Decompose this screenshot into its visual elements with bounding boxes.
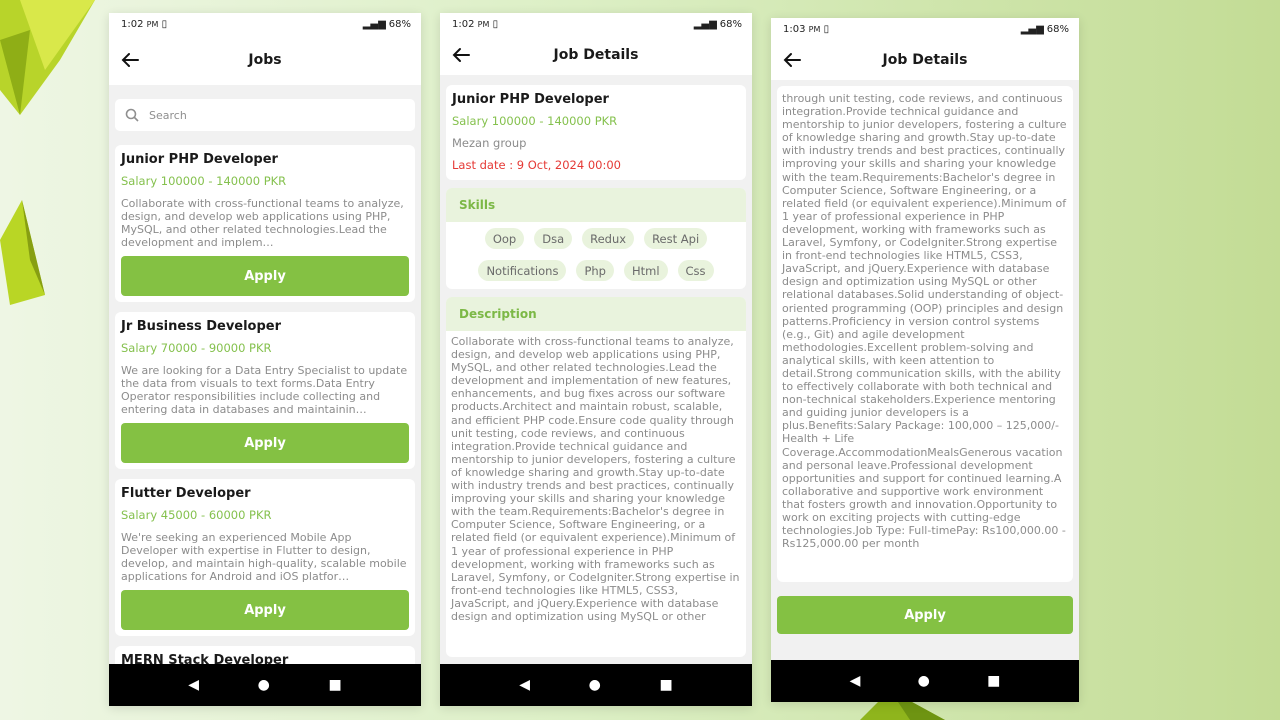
job-summary-card: Junior PHP Developer Salary 100000 - 140…	[446, 85, 746, 180]
status-bar: 1:02 PM ▯ ▂▄▆ 68%	[109, 13, 421, 35]
apply-button[interactable]: Apply	[121, 423, 409, 463]
status-bar: 1:03 PM ▯ ▂▄▆ 68%	[771, 18, 1079, 40]
phone-jobs-list: 1:02 PM ▯ ▂▄▆ 68% Jobs Search Junior PHP…	[109, 13, 421, 706]
job-card[interactable]: Jr Business Developer Salary 70000 - 900…	[115, 312, 415, 469]
company-name: Mezan group	[452, 136, 527, 150]
job-title: Junior PHP Developer	[121, 152, 278, 167]
skill-chip: Notifications	[478, 260, 567, 281]
description-section: Description Collaborate with cross-funct…	[446, 297, 746, 657]
status-ampm: PM	[146, 19, 159, 29]
system-nav-bar: ◀ ● ■	[440, 664, 752, 706]
app-bar: Job Details	[771, 40, 1079, 80]
system-nav-bar: ◀ ● ■	[771, 660, 1079, 702]
status-bar: 1:02 PM ▯ ▂▄▆ 68%	[440, 13, 752, 35]
job-card[interactable]: Flutter Developer Salary 45000 - 60000 P…	[115, 479, 415, 636]
last-date: Last date : 9 Oct, 2024 00:00	[452, 158, 621, 172]
signal-icon: ▂▄▆	[1020, 23, 1044, 35]
status-time: 1:02	[121, 18, 144, 30]
skill-chip: Oop	[484, 228, 525, 249]
skills-chips: Oop Dsa Redux Rest Api Notifications Php…	[446, 222, 746, 289]
apply-button[interactable]: Apply	[777, 596, 1073, 634]
nav-home-icon[interactable]: ●	[918, 673, 930, 689]
page-title: Job Details	[553, 47, 639, 63]
job-title: Junior PHP Developer	[452, 92, 609, 107]
back-arrow-icon[interactable]	[450, 44, 472, 66]
system-nav-bar: ◀ ● ■	[109, 664, 421, 706]
sim-icon: ▯	[492, 18, 499, 30]
job-description: Collaborate with cross-functional teams …	[451, 335, 740, 623]
apply-button[interactable]: Apply	[121, 256, 409, 296]
skill-chip: Redux	[582, 228, 635, 249]
sim-icon: ▯	[161, 18, 168, 30]
phone-job-details: 1:02 PM ▯ ▂▄▆ 68% Job Details Junior PHP…	[440, 13, 752, 706]
job-salary: Salary 70000 - 90000 PKR	[121, 341, 272, 355]
back-arrow-icon[interactable]	[119, 49, 141, 71]
nav-home-icon[interactable]: ●	[589, 677, 601, 693]
nav-back-icon[interactable]: ◀	[188, 677, 199, 693]
battery-level: 68%	[388, 18, 411, 30]
apply-button[interactable]: Apply	[121, 590, 409, 630]
skills-heading: Skills	[446, 188, 746, 222]
app-bar: Jobs	[109, 35, 421, 85]
job-salary: Salary 100000 - 140000 PKR	[121, 174, 287, 188]
job-salary: Salary 100000 - 140000 PKR	[452, 114, 618, 128]
phone-job-details-scrolled: 1:03 PM ▯ ▂▄▆ 68% Job Details through un…	[771, 18, 1079, 702]
job-title: Jr Business Developer	[121, 319, 282, 334]
signal-icon: ▂▄▆	[362, 18, 386, 30]
decorative-leaf-left	[0, 200, 45, 305]
skill-chip: Php	[576, 260, 614, 281]
job-salary: Salary 45000 - 60000 PKR	[121, 508, 272, 522]
nav-back-icon[interactable]: ◀	[519, 677, 530, 693]
description-section: through unit testing, code reviews, and …	[777, 86, 1073, 582]
job-description: We are looking for a Data Entry Speciali…	[121, 364, 408, 416]
search-input[interactable]: Search	[115, 99, 415, 131]
status-ampm: PM	[477, 19, 490, 29]
skill-chip: Dsa	[534, 228, 573, 249]
job-card[interactable]: Junior PHP Developer Salary 100000 - 140…	[115, 145, 415, 302]
job-description: Collaborate with cross-functional teams …	[121, 197, 404, 249]
job-description: We're seeking an experienced Mobile App …	[121, 531, 407, 583]
page-title: Jobs	[248, 52, 282, 68]
job-description: through unit testing, code reviews, and …	[782, 92, 1067, 551]
sim-icon: ▯	[823, 23, 830, 35]
skill-chip: Css	[677, 260, 714, 281]
job-title: Flutter Developer	[121, 486, 251, 501]
nav-back-icon[interactable]: ◀	[850, 673, 861, 689]
skills-section: Skills Oop Dsa Redux Rest Api Notificati…	[446, 188, 746, 289]
search-placeholder: Search	[149, 108, 187, 122]
status-time: 1:02	[452, 18, 475, 30]
skill-chip: Rest Api	[644, 228, 708, 249]
status-ampm: PM	[808, 24, 821, 34]
nav-recents-icon[interactable]: ■	[659, 677, 672, 693]
skill-chip: Html	[623, 260, 668, 281]
nav-recents-icon[interactable]: ■	[987, 673, 1000, 689]
page-title: Job Details	[882, 52, 968, 68]
nav-recents-icon[interactable]: ■	[328, 677, 341, 693]
back-arrow-icon[interactable]	[781, 49, 803, 71]
decorative-leaf-top-left	[0, 0, 95, 115]
description-heading: Description	[446, 297, 746, 331]
search-icon	[125, 108, 139, 122]
signal-icon: ▂▄▆	[693, 18, 717, 30]
battery-level: 68%	[1046, 23, 1069, 35]
battery-level: 68%	[719, 18, 742, 30]
app-bar: Job Details	[440, 35, 752, 75]
nav-home-icon[interactable]: ●	[258, 677, 270, 693]
status-time: 1:03	[783, 23, 806, 35]
